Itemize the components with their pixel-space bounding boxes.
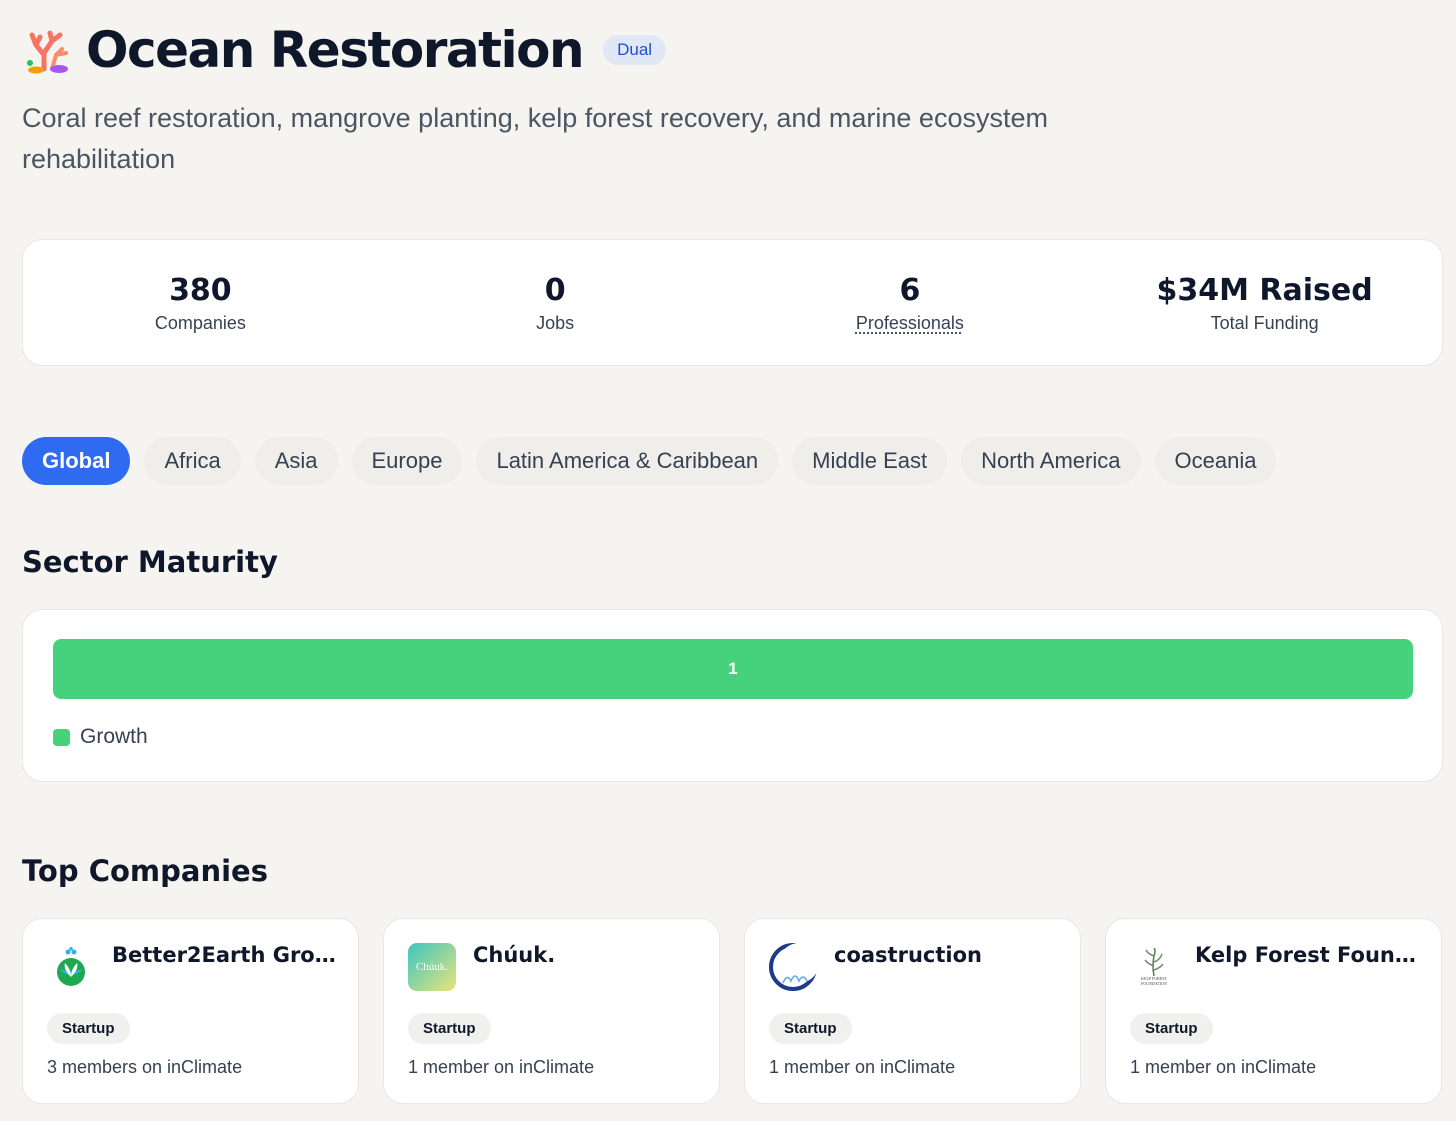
growth-segment[interactable]: 1	[53, 639, 1413, 699]
company-stage-tag: Startup	[408, 1013, 491, 1044]
growth-swatch	[53, 728, 70, 746]
company-name[interactable]: coastruction	[834, 943, 1066, 967]
page-header: Ocean Restoration Dual	[22, 18, 667, 82]
tab-global[interactable]: Global	[22, 437, 131, 485]
maturity-bar: 1	[53, 639, 1413, 699]
company-stage-tag: Startup	[47, 1013, 130, 1044]
sector-maturity-title: Sector Maturity	[22, 545, 278, 579]
company-list: Better2Earth Group ... Startup 3 members…	[22, 918, 1442, 1104]
coral-icon	[27, 30, 68, 74]
stat-value: 6	[899, 273, 921, 308]
stat-companies: 380 Companies	[23, 240, 378, 365]
company-members: 1 member on inClimate	[408, 1057, 595, 1077]
company-name[interactable]: Better2Earth Group ...	[112, 943, 344, 967]
company-stage-tag: Startup	[769, 1013, 852, 1044]
region-tabs: Global Africa Asia Europe Latin America …	[22, 437, 1277, 485]
tab-africa[interactable]: Africa	[144, 437, 241, 485]
stat-label: Total Funding	[1210, 313, 1319, 333]
stat-value: 0	[544, 273, 566, 308]
company-members: 1 member on inClimate	[1130, 1057, 1317, 1077]
company-members: 3 members on inClimate	[47, 1057, 243, 1077]
chuuk-logo: Chúuk.	[408, 943, 456, 991]
page-subtitle: Coral reef restoration, mangrove plantin…	[22, 103, 1048, 174]
page-title: Ocean Restoration	[86, 21, 585, 79]
stat-jobs: 0 Jobs	[378, 240, 733, 365]
company-card[interactable]: Better2Earth Group ... Startup 3 members…	[22, 918, 359, 1104]
top-companies-title: Top Companies	[22, 854, 268, 888]
tab-oceania[interactable]: Oceania	[1154, 437, 1277, 485]
dual-badge: Dual	[603, 35, 667, 65]
chuuk-logo-text: Chúuk.	[415, 961, 449, 973]
tab-latin-america-caribbean[interactable]: Latin America & Caribbean	[476, 437, 779, 485]
tab-asia[interactable]: Asia	[254, 437, 338, 485]
company-stage-tag: Startup	[1130, 1013, 1213, 1044]
tab-europe[interactable]: Europe	[351, 437, 463, 485]
stats-card: 380 Companies 0 Jobs 6 Professionals $34…	[22, 239, 1443, 366]
company-name[interactable]: Chúuk.	[473, 943, 705, 967]
coastruction-logo	[769, 943, 817, 991]
kelp-forest-logo-text: KELP FOREST FOUNDATION	[1141, 976, 1167, 986]
company-name[interactable]: Kelp Forest Foundat...	[1195, 943, 1427, 967]
tab-middle-east[interactable]: Middle East	[792, 437, 948, 485]
kelp-forest-logo: KELP FOREST FOUNDATION	[1130, 943, 1178, 991]
stat-label: Companies	[154, 313, 246, 333]
better2earth-logo	[47, 943, 95, 991]
company-card[interactable]: KELP FOREST FOUNDATION Kelp Forest Found…	[1105, 918, 1442, 1104]
legend-label: Growth	[80, 725, 148, 748]
professionals-link[interactable]: Professionals	[733, 313, 1088, 334]
stat-funding: $34M Raised Total Funding	[1087, 240, 1442, 365]
maturity-card: 1 Growth	[22, 609, 1443, 782]
stat-professionals[interactable]: 6 Professionals	[733, 240, 1088, 365]
maturity-legend: Growth	[53, 725, 148, 749]
company-card[interactable]: Chúuk. Chúuk. Startup 1 member on inClim…	[383, 918, 720, 1104]
stat-value: 380	[169, 273, 232, 308]
stat-value: $34M Raised	[1156, 273, 1373, 308]
stat-label: Jobs	[536, 313, 575, 333]
tab-north-america[interactable]: North America	[961, 437, 1141, 485]
company-members: 1 member on inClimate	[769, 1057, 956, 1077]
company-card[interactable]: coastruction Startup 1 member on inClima…	[744, 918, 1081, 1104]
title-row: Ocean Restoration Dual	[22, 18, 667, 82]
